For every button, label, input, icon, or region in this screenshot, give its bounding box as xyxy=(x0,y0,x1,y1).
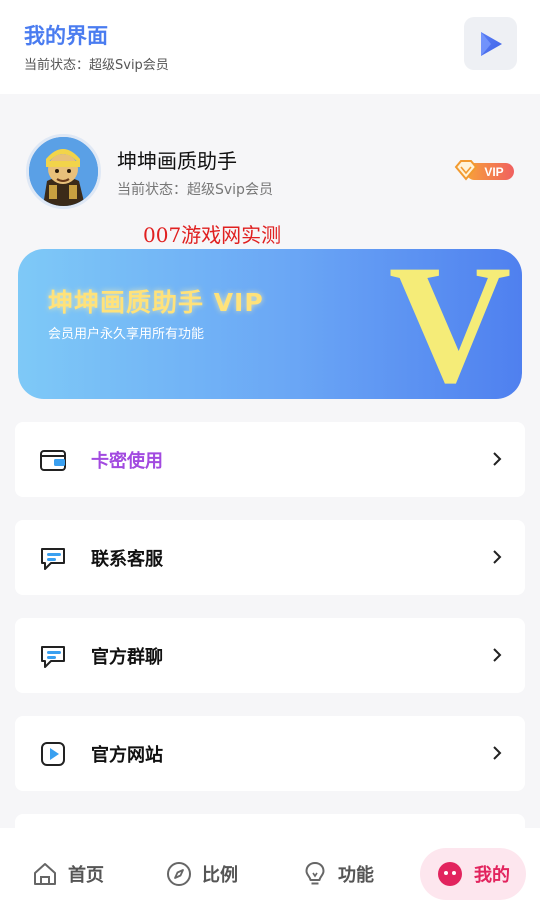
chevron-right-icon xyxy=(493,452,502,466)
menu-label: 联系客服 xyxy=(91,549,163,570)
header-status: 当前状态：超级Svip会员 xyxy=(24,58,169,73)
avatar[interactable] xyxy=(26,134,101,209)
watermark-text: 007游戏网实测 xyxy=(143,223,282,247)
menu-label: 卡密使用 xyxy=(91,451,163,472)
menu-item-official-website[interactable]: 官方网站 xyxy=(15,716,525,791)
vip-badge: VIP xyxy=(454,160,514,181)
chevron-right-icon xyxy=(493,550,502,564)
menu-item-official-group[interactable]: 官方群聊 xyxy=(15,618,525,693)
play-icon xyxy=(41,742,65,766)
nav-label: 首页 xyxy=(68,865,104,886)
header-action-button[interactable] xyxy=(464,17,517,70)
vip-badge-label: VIP xyxy=(484,165,503,179)
banner-v-graphic: V xyxy=(389,249,512,399)
chevron-right-icon xyxy=(493,648,502,662)
nav-tab-functions[interactable]: 功能 xyxy=(302,848,374,900)
svg-text:V: V xyxy=(389,249,512,399)
nav-label: 比例 xyxy=(202,865,238,886)
banner-title: 坤坤画质助手 VIP xyxy=(48,288,264,317)
wallet-icon xyxy=(40,450,66,471)
nav-label: 我的 xyxy=(474,865,510,886)
chevron-right-icon xyxy=(493,746,502,760)
bulb-icon xyxy=(305,862,325,885)
menu-item-card-redeem[interactable]: 卡密使用 xyxy=(15,422,525,497)
menu-label: 官方群聊 xyxy=(91,647,163,668)
menu-label: 官方网站 xyxy=(91,745,163,766)
compass-icon xyxy=(167,862,191,886)
chat-icon xyxy=(41,548,65,570)
nav-tab-home[interactable]: 首页 xyxy=(32,848,104,900)
nav-tab-mine[interactable]: 我的 xyxy=(420,848,526,900)
nav-label: 功能 xyxy=(338,865,374,886)
face-icon xyxy=(438,862,462,886)
nav-tab-ratio[interactable]: 比例 xyxy=(166,848,238,900)
profile-name: 坤坤画质助手 xyxy=(117,149,237,173)
bottom-nav: 首页 比例 功能 我的 xyxy=(0,828,540,919)
chat-icon xyxy=(41,646,65,668)
top-header: 我的界面 当前状态：超级Svip会员 xyxy=(0,0,540,94)
page-title: 我的界面 xyxy=(24,24,108,48)
play-triangle-icon xyxy=(480,31,502,56)
avatar-image xyxy=(29,137,98,206)
profile-status: 当前状态：超级Svip会员 xyxy=(117,182,273,198)
menu-item-contact-support[interactable]: 联系客服 xyxy=(15,520,525,595)
home-icon xyxy=(34,863,56,885)
banner-subtitle: 会员用户永久享用所有功能 xyxy=(48,327,205,342)
vip-banner[interactable]: 坤坤画质助手 VIP 会员用户永久享用所有功能 V xyxy=(18,249,522,399)
